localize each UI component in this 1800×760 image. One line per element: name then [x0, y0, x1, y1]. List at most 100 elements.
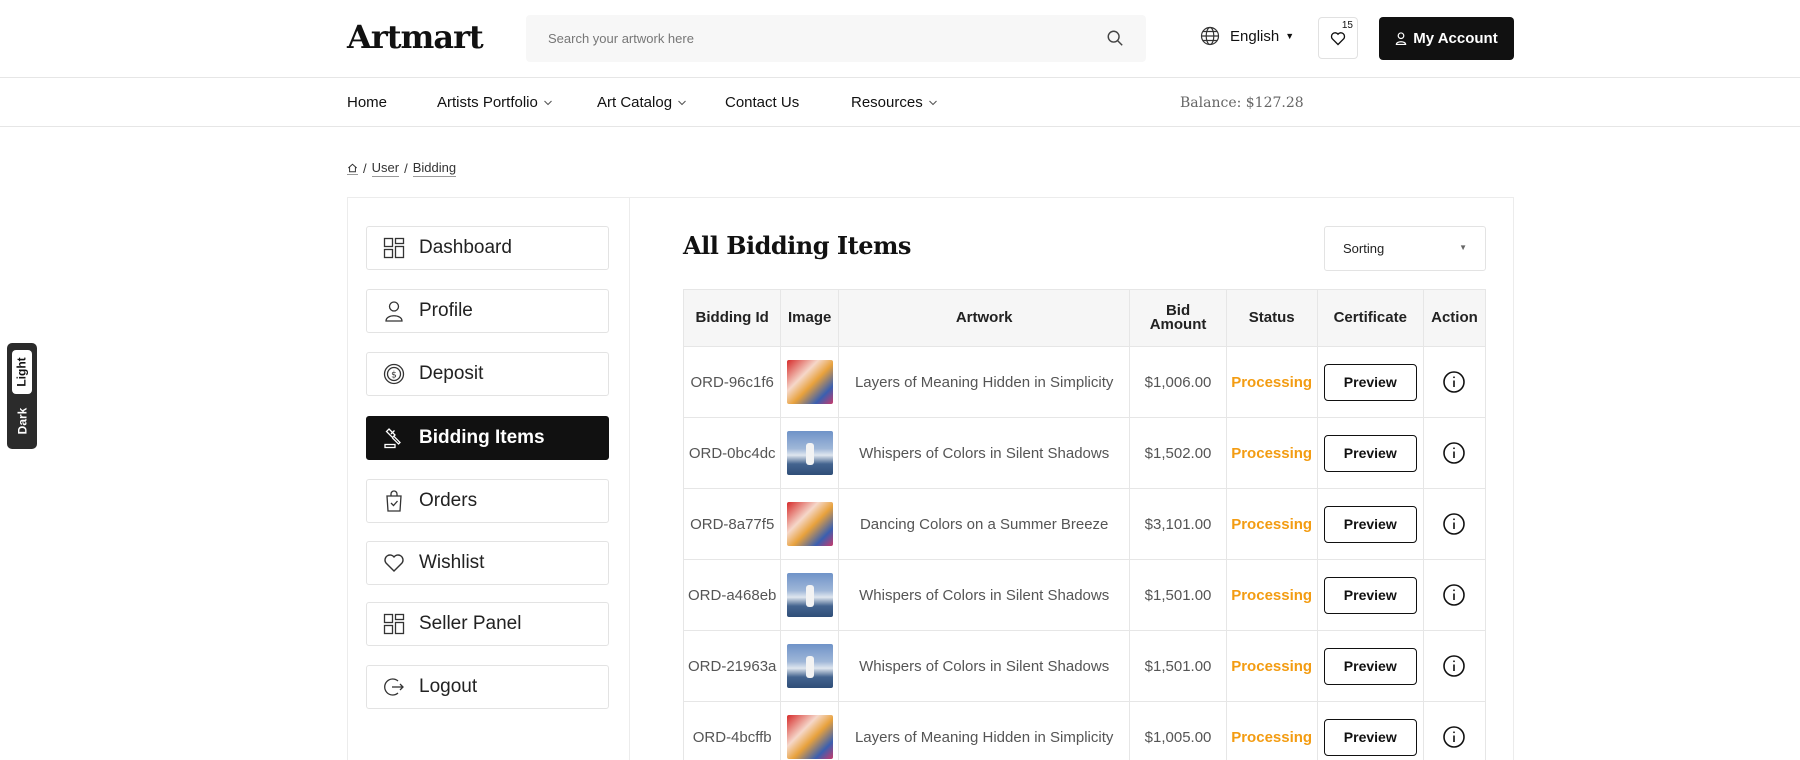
artwork-thumbnail[interactable]: [786, 644, 833, 688]
user-panel: Dashboard Profile $ Deposit Bidding Item…: [347, 197, 1514, 760]
info-icon[interactable]: [1442, 370, 1466, 394]
bidding-id-cell: ORD-96c1f6: [682, 346, 782, 418]
bidding-id-cell: ORD-4bcffb: [682, 701, 782, 760]
preview-button[interactable]: Preview: [1323, 647, 1417, 685]
theme-light-label: Light: [15, 357, 30, 387]
breadcrumb-user[interactable]: User: [371, 160, 400, 177]
bidding-id-cell: ORD-0bc4dc: [682, 417, 782, 489]
action-cell: [1422, 488, 1487, 560]
nav-artists-portfolio[interactable]: Artists Portfolio: [437, 94, 553, 111]
artwork-title-cell: Whispers of Colors in Silent Shadows: [837, 559, 1131, 631]
certificate-cell: Preview: [1316, 630, 1424, 702]
breadcrumb-current[interactable]: Bidding: [412, 160, 457, 177]
sidebar-item-orders[interactable]: Orders: [366, 479, 609, 523]
my-account-label: My Account: [1413, 30, 1498, 47]
sidebar-item-deposit[interactable]: $ Deposit: [366, 352, 609, 396]
column-header-bidding-id: Bidding Id: [682, 289, 782, 347]
bidding-id-cell: ORD-8a77f5: [682, 488, 782, 560]
sidebar-item-label: Bidding Items: [419, 427, 545, 448]
artwork-thumbnail[interactable]: [786, 360, 833, 404]
artwork-title-cell: Layers of Meaning Hidden in Simplicity: [837, 701, 1131, 760]
my-account-button[interactable]: My Account: [1379, 17, 1514, 60]
nav-art-catalog[interactable]: Art Catalog: [597, 94, 687, 111]
info-icon[interactable]: [1442, 654, 1466, 678]
sidebar-item-wishlist[interactable]: Wishlist: [366, 541, 609, 585]
wishlist-count-badge: 15: [1341, 20, 1353, 31]
table-row: ORD-8a77f5 Dancing Colors on a Summer Bre…: [682, 488, 1487, 560]
page-title: All Bidding Items: [683, 231, 911, 260]
sidebar-item-label: Profile: [419, 300, 473, 321]
artwork-image-cell: [780, 559, 839, 631]
status-badge: Processing: [1225, 346, 1318, 418]
breadcrumb-separator: /: [404, 161, 408, 176]
sidebar-item-logout[interactable]: Logout: [366, 665, 609, 709]
site-header: Artmart English ▼ 15 My Account: [0, 0, 1800, 78]
action-cell: [1422, 346, 1487, 418]
dashboard-icon: [383, 237, 405, 259]
bidding-table: Bidding Id Image Artwork Bid Amount Stat…: [682, 289, 1487, 760]
status-badge: Processing: [1225, 417, 1318, 489]
sidebar-item-profile[interactable]: Profile: [366, 289, 609, 333]
column-header-artwork: Artwork: [837, 289, 1131, 347]
preview-button[interactable]: Preview: [1323, 363, 1417, 401]
artwork-thumbnail[interactable]: [786, 573, 833, 617]
info-icon[interactable]: [1442, 725, 1466, 749]
home-icon[interactable]: [347, 163, 358, 175]
preview-button[interactable]: Preview: [1323, 434, 1417, 472]
bag-icon: [386, 490, 402, 512]
sorting-select[interactable]: Sorting ▼: [1324, 226, 1486, 271]
column-header-certificate: Certificate: [1316, 289, 1424, 347]
nav-resources[interactable]: Resources: [851, 94, 938, 111]
artwork-image-cell: [780, 701, 839, 760]
logout-icon: [384, 678, 404, 696]
language-label: English: [1230, 27, 1280, 45]
nav-home[interactable]: Home: [347, 94, 387, 111]
nav-contact-us-label: Contact Us: [725, 94, 800, 111]
bidding-id-cell: ORD-21963a: [682, 630, 782, 702]
theme-dark-label: Dark: [15, 407, 29, 435]
column-header-action: Action: [1422, 289, 1487, 347]
artwork-thumbnail[interactable]: [786, 715, 833, 759]
search-input[interactable]: [548, 15, 1088, 62]
theme-light-option[interactable]: Light: [12, 350, 32, 394]
bid-amount-cell: $1,502.00: [1129, 417, 1227, 489]
globe-icon: [1200, 26, 1220, 46]
sidebar-item-seller-panel[interactable]: Seller Panel: [366, 602, 609, 646]
artwork-thumbnail[interactable]: [786, 431, 833, 475]
info-icon[interactable]: [1442, 512, 1466, 536]
site-logo[interactable]: Artmart: [347, 18, 484, 56]
wishlist-button[interactable]: 15: [1318, 17, 1358, 59]
bid-amount-cell: $1,501.00: [1129, 559, 1227, 631]
table-row: ORD-a468eb Whispers of Colors in Silent S…: [682, 559, 1487, 631]
preview-button[interactable]: Preview: [1323, 505, 1417, 543]
user-icon: [385, 301, 403, 322]
dollar-icon: $: [383, 363, 405, 385]
nav-artists-portfolio-label: Artists Portfolio: [437, 94, 538, 111]
column-header-image: Image: [780, 289, 839, 347]
status-badge: Processing: [1225, 488, 1318, 560]
language-selector[interactable]: English ▼: [1200, 26, 1294, 46]
search-icon[interactable]: [1106, 29, 1124, 47]
artwork-title-cell: Dancing Colors on a Summer Breeze: [837, 488, 1131, 560]
nav-art-catalog-label: Art Catalog: [597, 94, 673, 111]
artwork-title-cell: Whispers of Colors in Silent Shadows: [837, 417, 1131, 489]
action-cell: [1422, 630, 1487, 702]
sidebar-item-label: Logout: [419, 676, 478, 697]
nav-contact-us[interactable]: Contact Us: [725, 94, 799, 111]
sidebar-item-label: Deposit: [419, 363, 484, 384]
bid-amount-cell: $1,005.00: [1129, 701, 1227, 760]
certificate-cell: Preview: [1316, 488, 1424, 560]
sidebar-item-bidding-items[interactable]: Bidding Items: [366, 416, 609, 460]
bidding-id-cell: ORD-a468eb: [682, 559, 782, 631]
theme-toggle: Light Dark: [7, 343, 37, 449]
action-cell: [1422, 417, 1487, 489]
preview-button[interactable]: Preview: [1323, 576, 1417, 614]
theme-dark-option[interactable]: Dark: [12, 399, 32, 443]
info-icon[interactable]: [1442, 441, 1466, 465]
sidebar-item-label: Seller Panel: [419, 613, 522, 634]
certificate-cell: Preview: [1316, 346, 1424, 418]
info-icon[interactable]: [1442, 583, 1466, 607]
artwork-thumbnail[interactable]: [786, 502, 833, 546]
sidebar-item-dashboard[interactable]: Dashboard: [366, 226, 609, 270]
preview-button[interactable]: Preview: [1323, 718, 1417, 756]
